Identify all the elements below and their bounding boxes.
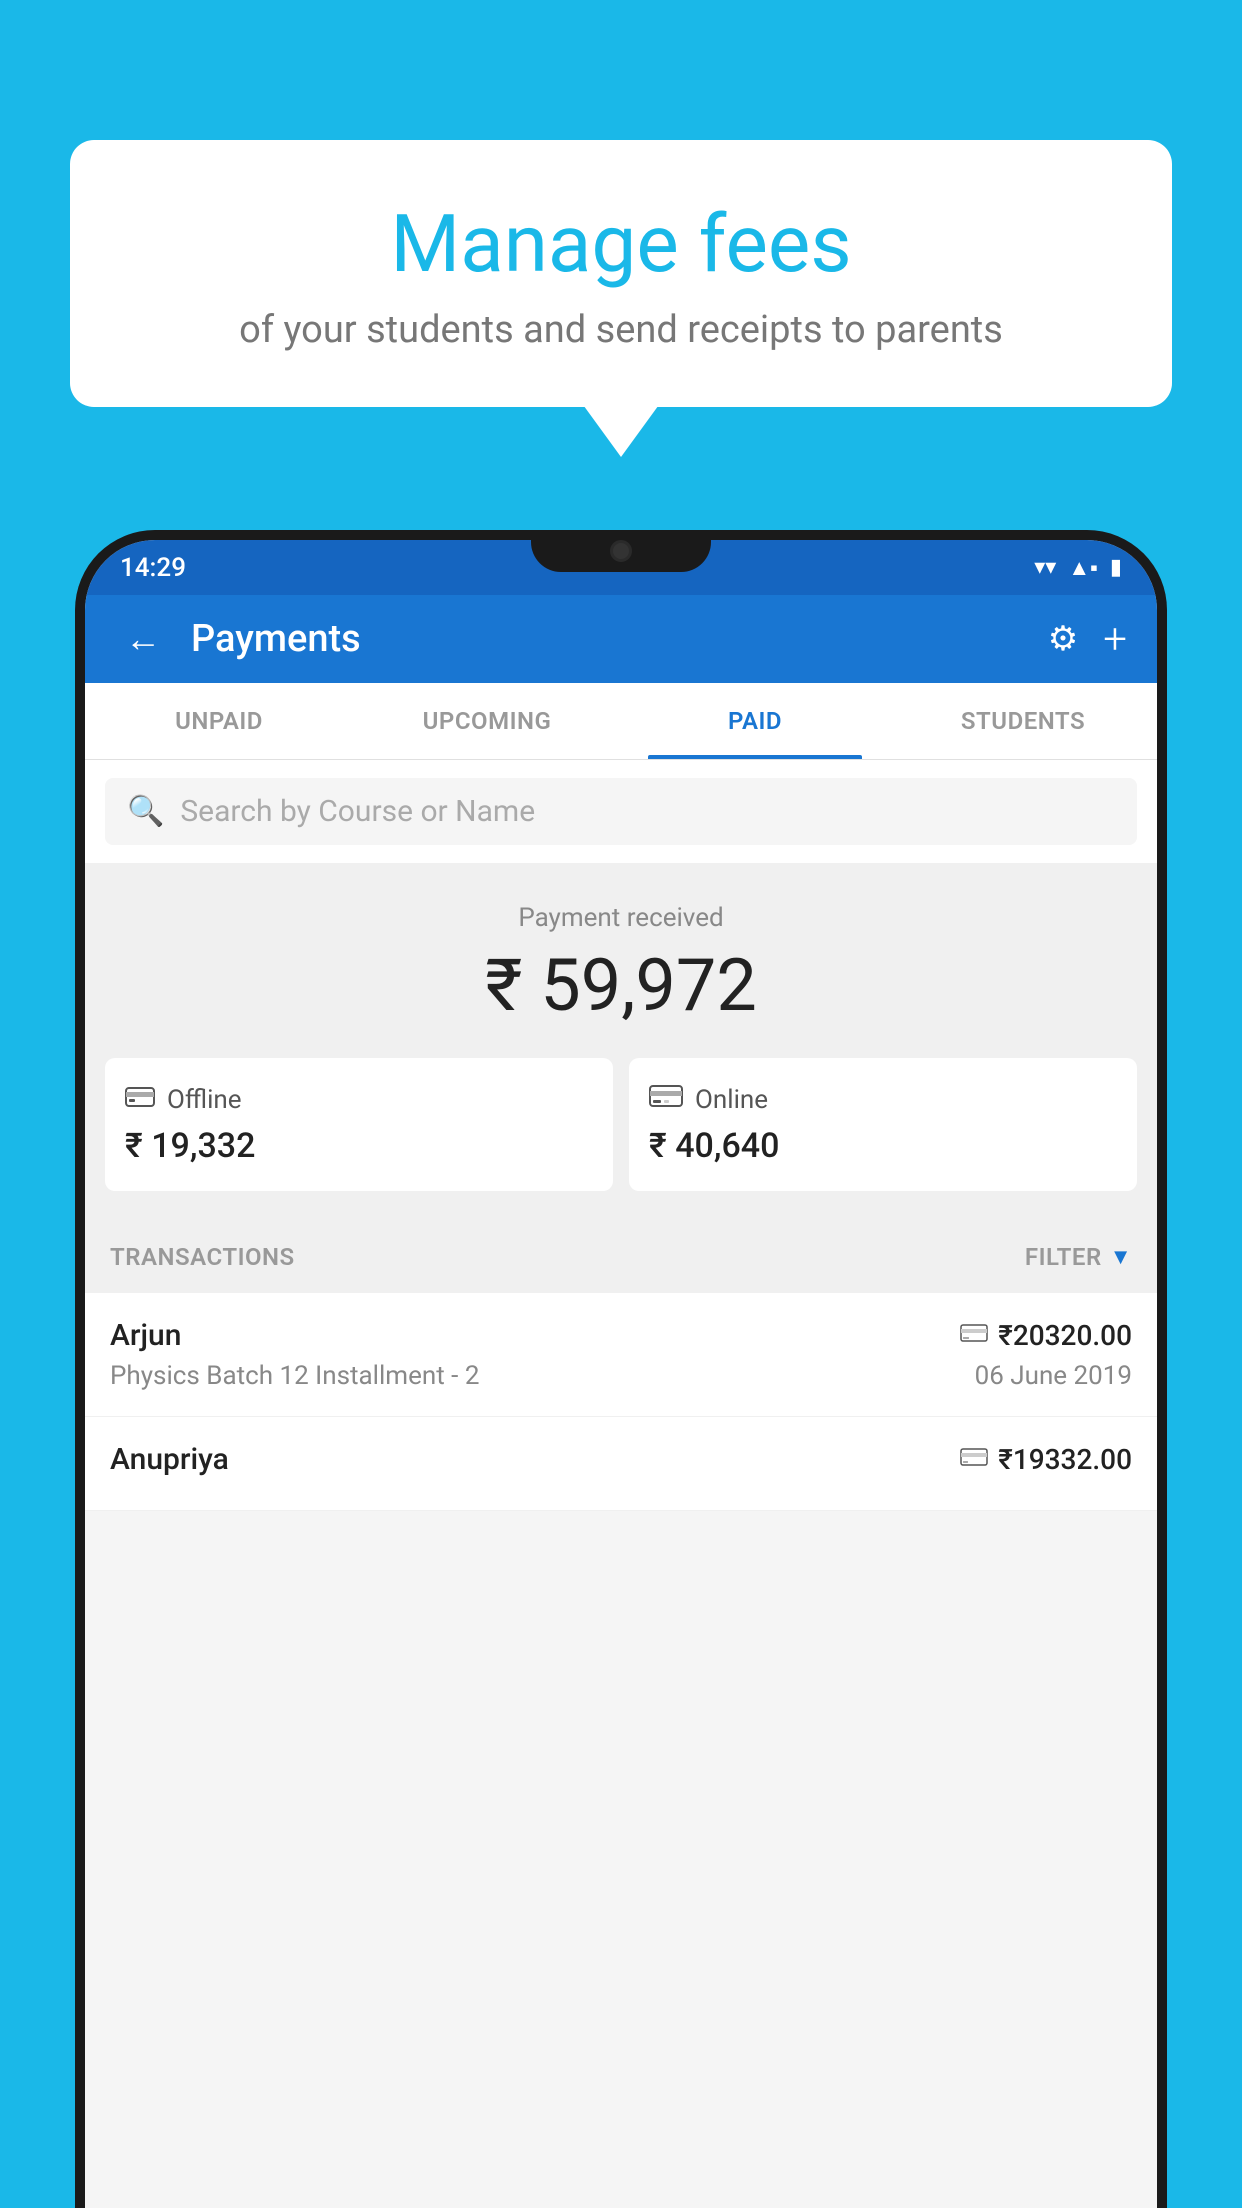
filter-button[interactable]: FILTER ▼ <box>1025 1243 1132 1271</box>
search-icon: 🔍 <box>127 794 164 829</box>
card-icon <box>960 1321 988 1351</box>
tab-upcoming[interactable]: UPCOMING <box>353 683 621 759</box>
bubble-title: Manage fees <box>120 200 1122 288</box>
payment-summary: Payment received ₹ 59,972 Offline <box>85 863 1157 1221</box>
battery-icon: ▮ <box>1110 555 1122 580</box>
tab-unpaid[interactable]: UNPAID <box>85 683 353 759</box>
offline-icon <box>125 1083 155 1116</box>
search-container: 🔍 Search by Course or Name <box>85 760 1157 863</box>
tab-bar: UNPAID UPCOMING PAID STUDENTS <box>85 683 1157 760</box>
back-button[interactable]: ← <box>115 613 171 665</box>
bubble-subtitle: of your students and send receipts to pa… <box>120 308 1122 352</box>
filter-icon: ▼ <box>1110 1244 1132 1270</box>
transaction-date: 06 June 2019 <box>975 1361 1132 1391</box>
search-bar[interactable]: 🔍 Search by Course or Name <box>105 778 1137 845</box>
payment-cards: Offline ₹ 19,332 <box>105 1058 1137 1191</box>
offline-amount: ₹ 19,332 <box>125 1126 593 1166</box>
online-label: Online <box>695 1085 768 1115</box>
transactions-header: TRANSACTIONS FILTER ▼ <box>85 1221 1157 1293</box>
settings-button[interactable]: ⚙ <box>1048 619 1078 659</box>
status-time: 14:29 <box>120 553 186 583</box>
online-amount: ₹ 40,640 <box>649 1126 1117 1166</box>
cash-icon <box>960 1445 988 1475</box>
speech-bubble: Manage fees of your students and send re… <box>70 140 1172 407</box>
tab-paid[interactable]: PAID <box>621 683 889 759</box>
phone-camera <box>610 540 632 562</box>
phone-frame: 14:29 ▾▾ ▲▪ ▮ ← Payments ⚙ + UNPAID UPCO… <box>75 530 1167 2208</box>
transactions-label: TRANSACTIONS <box>110 1243 295 1271</box>
add-button[interactable]: + <box>1103 615 1127 664</box>
transaction-row[interactable]: Arjun ₹20320.00 Physics Batch 12 Install… <box>85 1293 1157 1417</box>
app-bar: ← Payments ⚙ + <box>85 595 1157 683</box>
student-name: Arjun <box>110 1318 181 1353</box>
tab-students[interactable]: STUDENTS <box>889 683 1157 759</box>
course-name: Physics Batch 12 Installment - 2 <box>110 1361 479 1391</box>
payment-label: Payment received <box>105 903 1137 933</box>
app-title: Payments <box>191 617 1028 661</box>
payment-total: ₹ 59,972 <box>105 943 1137 1028</box>
search-placeholder: Search by Course or Name <box>180 794 535 829</box>
app-bar-actions: ⚙ + <box>1048 615 1127 664</box>
filter-label: FILTER <box>1025 1243 1102 1271</box>
signal-icon: ▲▪ <box>1068 555 1098 581</box>
transaction-amount: ₹20320.00 <box>998 1319 1132 1352</box>
phone-screen: 14:29 ▾▾ ▲▪ ▮ ← Payments ⚙ + UNPAID UPCO… <box>85 540 1157 2208</box>
amount-wrap: ₹19332.00 <box>960 1443 1132 1476</box>
transaction-amount: ₹19332.00 <box>998 1443 1132 1476</box>
amount-wrap: ₹20320.00 <box>960 1319 1132 1352</box>
student-name: Anupriya <box>110 1442 229 1477</box>
wifi-icon: ▾▾ <box>1034 555 1056 580</box>
transaction-row[interactable]: Anupriya ₹19332.00 <box>85 1417 1157 1511</box>
online-icon <box>649 1083 683 1116</box>
status-icons: ▾▾ ▲▪ ▮ <box>1034 555 1122 581</box>
offline-card: Offline ₹ 19,332 <box>105 1058 613 1191</box>
offline-label: Offline <box>167 1085 242 1115</box>
online-card: Online ₹ 40,640 <box>629 1058 1137 1191</box>
